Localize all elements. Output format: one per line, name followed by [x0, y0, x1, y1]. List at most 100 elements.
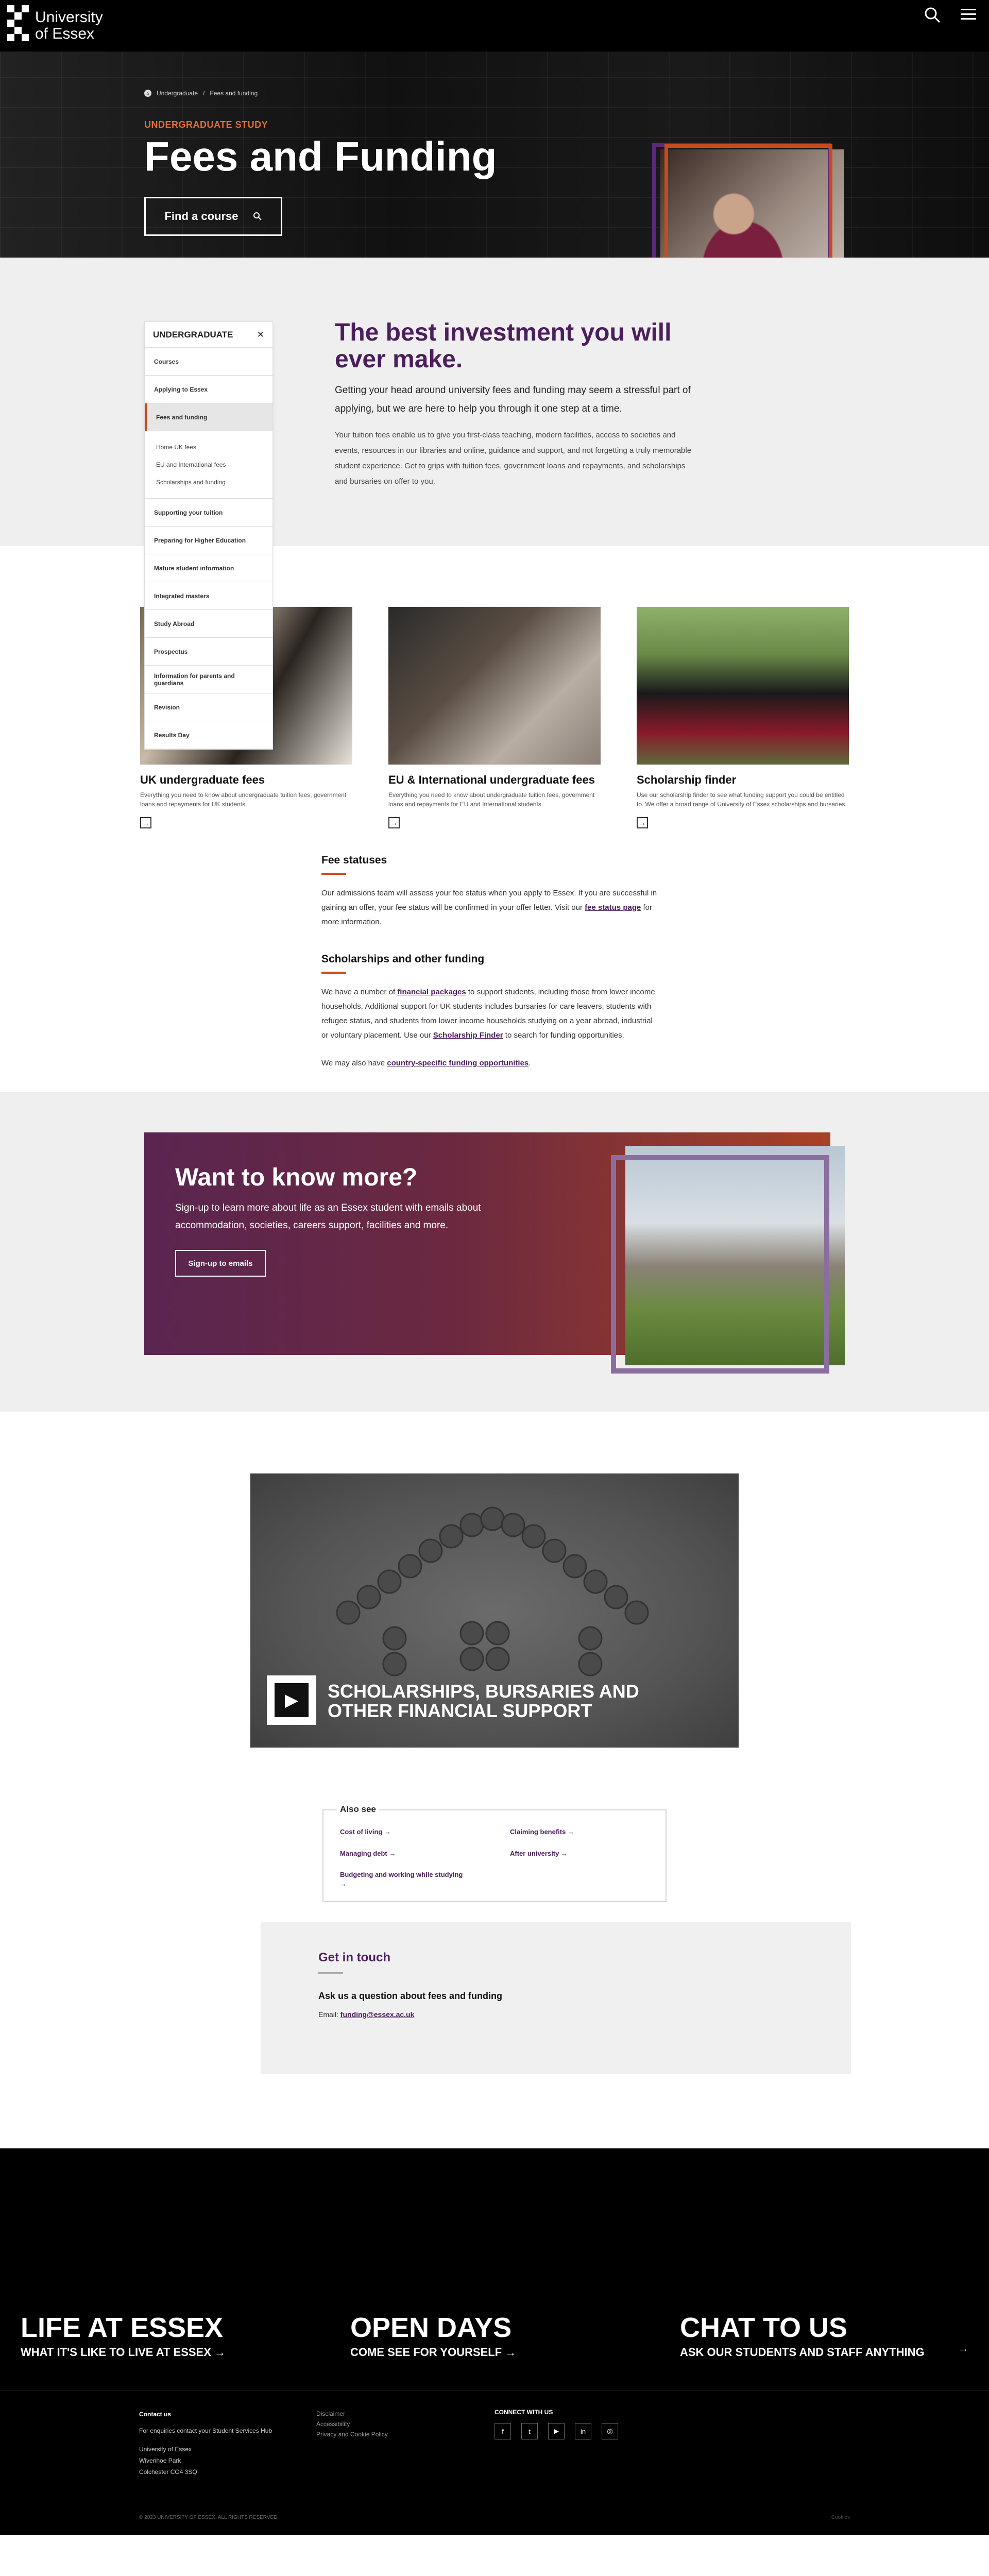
nav-item-revision[interactable]: Revision: [145, 693, 272, 721]
nav-item-preparing[interactable]: Preparing for Higher Education: [145, 527, 272, 554]
search-icon[interactable]: [922, 6, 943, 27]
copyright: © 2023 UNIVERSITY OF ESSEX. ALL RIGHTS R…: [139, 2515, 278, 2520]
signup-emails-button[interactable]: Sign-up to emails: [175, 1250, 266, 1277]
nav-subitem-scholarships[interactable]: Scholarships and funding: [145, 473, 272, 491]
nav-subitem-home-uk[interactable]: Home UK fees: [145, 438, 272, 456]
nav-item-prospectus[interactable]: Prospectus: [145, 638, 272, 666]
heading-rule: [321, 972, 346, 974]
text: to search for funding opportunities.: [503, 1031, 624, 1040]
card-eu-intl-fees[interactable]: EU & International undergraduate fees Ev…: [388, 607, 601, 828]
address-line: Wivenhoe Park: [139, 2457, 181, 2464]
find-course-button[interactable]: Find a course: [144, 197, 282, 236]
card-image: [388, 607, 601, 765]
footer-link-privacy[interactable]: Privacy and Cookie Policy: [316, 2429, 388, 2439]
link-budgeting[interactable]: Budgeting and working while studying →: [340, 1870, 464, 1889]
logo-mark: [7, 5, 30, 46]
footer-links: Disclaimer Accessibility Privacy and Coo…: [316, 2409, 388, 2439]
nav-item-fees-active[interactable]: Fees and funding: [145, 403, 272, 431]
email-signup-section: Want to know more? Sign-up to learn more…: [0, 1092, 989, 1412]
card-title: EU & International undergraduate fees: [388, 773, 595, 786]
get-in-touch-section: Get in touch Ask us a question about fee…: [0, 1922, 989, 2148]
youtube-icon[interactable]: ▶: [548, 2423, 565, 2439]
breadcrumb-separator: /: [203, 90, 205, 97]
promo-chat-to-us[interactable]: CHAT TO US ASK OUR STUDENTS AND STAFF AN…: [680, 2313, 968, 2360]
logo-line-2: of Essex: [35, 25, 95, 42]
close-icon[interactable]: ✕: [257, 330, 264, 340]
section-nav-header: UNDERGRADUATE ✕: [145, 322, 272, 348]
promo-life-at-essex[interactable]: LIFE AT ESSEX WHAT IT'S LIKE TO LIVE AT …: [21, 2313, 226, 2360]
card-image: [637, 607, 849, 765]
search-icon: [253, 212, 262, 221]
fee-status-link[interactable]: fee status page: [585, 903, 641, 912]
link-claiming-benefits[interactable]: Claiming benefits →: [510, 1828, 574, 1836]
university-logo[interactable]: University of Essex: [7, 5, 103, 46]
promo-subtitle: COME SEE FOR YOURSELF →: [350, 2346, 517, 2359]
heading-rule: [321, 873, 346, 875]
address-line: Colchester CO4 3SQ: [139, 2468, 197, 2476]
fee-statuses-text: Our admissions team will assess your fee…: [321, 886, 661, 929]
intro-body: Your tuition fees enable us to give you …: [335, 431, 692, 486]
link-cost-of-living[interactable]: Cost of living →: [340, 1828, 391, 1836]
get-in-touch-box: Get in touch Ask us a question about fee…: [261, 1922, 851, 2074]
facebook-icon[interactable]: f: [494, 2423, 511, 2439]
breadcrumb-undergraduate[interactable]: Undergraduate: [157, 90, 198, 97]
link-label: After university: [510, 1850, 559, 1857]
link-label: Claiming benefits: [510, 1828, 566, 1836]
heading-rule: [318, 1972, 343, 1974]
cta-text: Sign-up to learn more about life as an E…: [175, 1202, 481, 1231]
contact-question: Ask us a question about fees and funding: [318, 1991, 503, 2001]
nav-item-supporting[interactable]: Supporting your tuition: [145, 499, 272, 527]
footer-promo: LIFE AT ESSEX WHAT IT'S LIKE TO LIVE AT …: [0, 2148, 989, 2391]
footer-link-disclaimer[interactable]: Disclaimer: [316, 2409, 388, 2419]
card-scholarship-finder[interactable]: Scholarship finder Use our scholarship f…: [637, 607, 849, 828]
coins-house-graphic: [336, 1506, 649, 1676]
nav-item-study-abroad[interactable]: Study Abroad: [145, 610, 272, 638]
arrow-right-icon[interactable]: →: [958, 2343, 968, 2355]
nav-item-mature[interactable]: Mature student information: [145, 554, 272, 582]
card-title: Scholarship finder: [637, 773, 737, 786]
link-managing-debt[interactable]: Managing debt →: [340, 1850, 396, 1857]
hero: ⌂ Undergraduate / Fees and funding UNDER…: [0, 52, 989, 334]
nav-item-results-day[interactable]: Results Day: [145, 721, 272, 749]
promo-title: LIFE AT ESSEX: [21, 2312, 224, 2343]
scholarship-finder-link[interactable]: Scholarship Finder: [433, 1031, 503, 1040]
site-header: University of Essex: [0, 0, 989, 52]
nav-subitem-eu-international[interactable]: EU and International fees: [145, 456, 272, 473]
intro-heading: The best investment you will ever make.: [335, 319, 672, 373]
promo-subtitle: ASK OUR STUDENTS AND STAFF ANYTHING: [680, 2346, 925, 2359]
hamburger-menu-icon[interactable]: [958, 6, 979, 27]
section-nav: UNDERGRADUATE ✕ Courses Applying to Esse…: [144, 321, 273, 750]
promo-subtitle-text: COME SEE FOR YOURSELF: [350, 2346, 502, 2359]
logo-text: University of Essex: [35, 9, 103, 42]
nav-item-parents[interactable]: Information for parents and guardians: [145, 666, 272, 693]
breadcrumb: ⌂ Undergraduate / Fees and funding: [144, 90, 258, 97]
email-link[interactable]: funding@essex.ac.uk: [340, 2010, 415, 2019]
video-player[interactable]: ▶ SCHOLARSHIPS, BURSARIES AND OTHER FINA…: [250, 1473, 739, 1748]
linkedin-icon[interactable]: in: [575, 2423, 591, 2439]
home-icon[interactable]: ⌂: [144, 90, 151, 97]
nav-item-applying[interactable]: Applying to Essex: [145, 376, 272, 403]
promo-open-days[interactable]: OPEN DAYS COME SEE FOR YOURSELF →: [350, 2313, 516, 2360]
social-links: f t ▶ in ◎: [494, 2423, 618, 2439]
footer-cookies-link[interactable]: Cookies: [831, 2515, 850, 2520]
get-in-touch-title: Get in touch: [318, 1951, 390, 1964]
also-see-box: Also see Cost of living → Claiming benef…: [322, 1804, 667, 1902]
promo-subtitle: WHAT IT'S LIKE TO LIVE AT ESSEX →: [21, 2346, 226, 2359]
play-button[interactable]: ▶: [267, 1675, 316, 1725]
instagram-icon[interactable]: ◎: [602, 2423, 618, 2439]
page-title: Fees and Funding: [144, 133, 497, 179]
cta-title: Want to know more?: [175, 1164, 418, 1191]
cta-frame: [611, 1155, 829, 1374]
address-line: University of Essex: [139, 2446, 192, 2453]
twitter-icon[interactable]: t: [521, 2423, 538, 2439]
email-label: Email:: [318, 2010, 340, 2019]
financial-packages-link[interactable]: financial packages: [397, 988, 466, 996]
breadcrumb-current: Fees and funding: [210, 90, 258, 97]
promo-subtitle-text: WHAT IT'S LIKE TO LIVE AT ESSEX: [21, 2346, 211, 2359]
nav-item-courses[interactable]: Courses: [145, 348, 272, 376]
footer-link-accessibility[interactable]: Accessibility: [316, 2419, 388, 2429]
nav-item-integrated[interactable]: Integrated masters: [145, 582, 272, 610]
country-funding-link[interactable]: country-specific funding opportunities: [387, 1059, 528, 1067]
link-after-university[interactable]: After university →: [510, 1850, 568, 1857]
video-title: SCHOLARSHIPS, BURSARIES AND OTHER FINANC…: [328, 1681, 639, 1721]
